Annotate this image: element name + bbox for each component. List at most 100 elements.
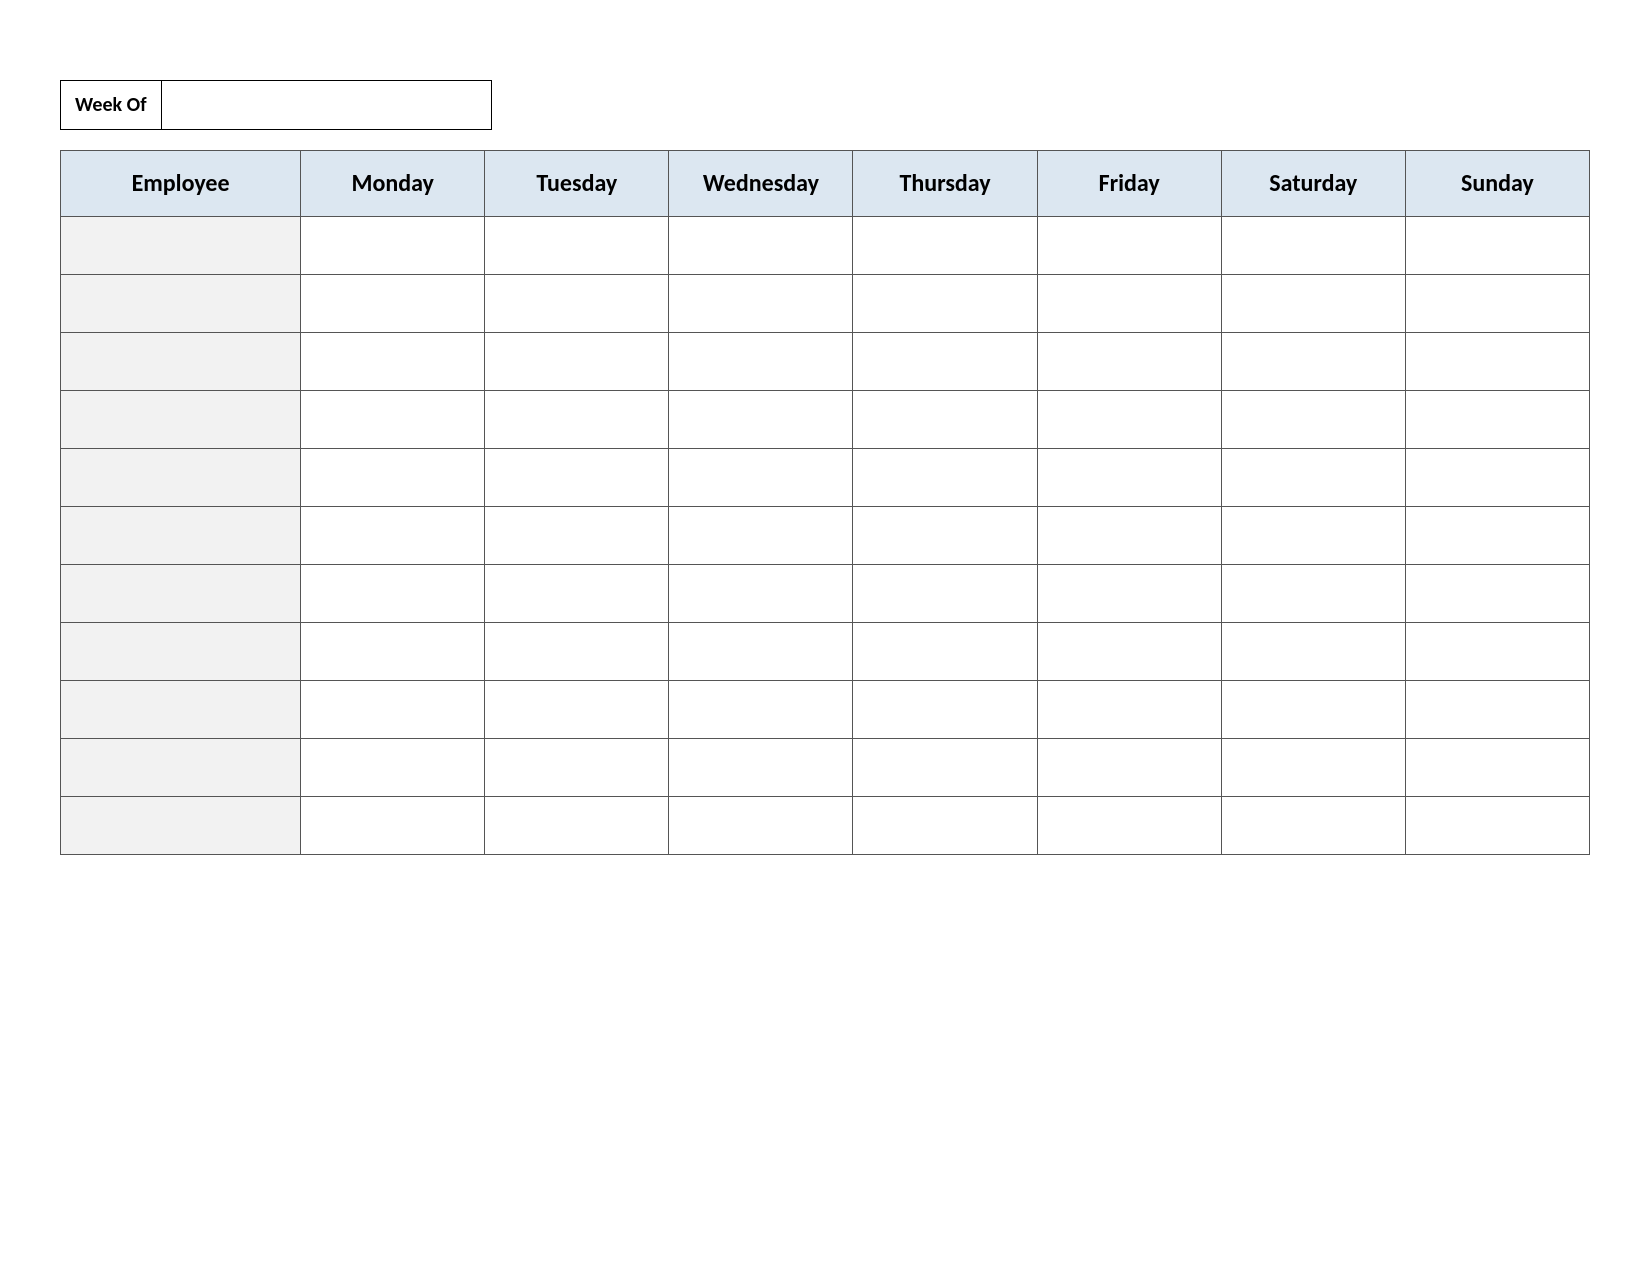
schedule-cell[interactable] [1405,333,1589,391]
schedule-cell[interactable] [1037,507,1221,565]
schedule-cell[interactable] [1405,623,1589,681]
schedule-cell[interactable] [669,565,853,623]
schedule-cell[interactable] [301,391,485,449]
schedule-table: Employee Monday Tuesday Wednesday Thursd… [60,150,1590,855]
schedule-cell[interactable] [669,623,853,681]
employee-header: Employee [61,151,301,217]
table-row [61,333,1590,391]
schedule-cell[interactable] [1221,623,1405,681]
schedule-cell[interactable] [669,333,853,391]
schedule-cell[interactable] [301,275,485,333]
employee-cell[interactable] [61,797,301,855]
employee-cell[interactable] [61,275,301,333]
schedule-cell[interactable] [1037,449,1221,507]
schedule-cell[interactable] [485,623,669,681]
schedule-cell[interactable] [1405,507,1589,565]
employee-cell[interactable] [61,565,301,623]
schedule-cell[interactable] [301,623,485,681]
schedule-cell[interactable] [853,217,1037,275]
schedule-cell[interactable] [669,449,853,507]
schedule-cell[interactable] [1221,333,1405,391]
schedule-cell[interactable] [1405,681,1589,739]
schedule-cell[interactable] [1405,217,1589,275]
schedule-cell[interactable] [853,507,1037,565]
schedule-cell[interactable] [301,217,485,275]
schedule-cell[interactable] [1221,217,1405,275]
schedule-cell[interactable] [853,449,1037,507]
employee-cell[interactable] [61,681,301,739]
employee-cell[interactable] [61,333,301,391]
schedule-cell[interactable] [853,565,1037,623]
schedule-cell[interactable] [301,507,485,565]
employee-cell[interactable] [61,217,301,275]
schedule-cell[interactable] [301,565,485,623]
schedule-cell[interactable] [853,391,1037,449]
schedule-cell[interactable] [669,681,853,739]
week-of-input[interactable] [162,80,492,130]
schedule-cell[interactable] [1405,797,1589,855]
schedule-cell[interactable] [1037,391,1221,449]
schedule-cell[interactable] [1037,681,1221,739]
schedule-cell[interactable] [485,507,669,565]
schedule-cell[interactable] [1221,681,1405,739]
table-row [61,623,1590,681]
schedule-cell[interactable] [669,797,853,855]
schedule-cell[interactable] [669,217,853,275]
employee-cell[interactable] [61,449,301,507]
schedule-cell[interactable] [1405,739,1589,797]
schedule-cell[interactable] [485,333,669,391]
employee-cell[interactable] [61,507,301,565]
schedule-cell[interactable] [853,275,1037,333]
schedule-cell[interactable] [485,217,669,275]
day-header-monday: Monday [301,151,485,217]
schedule-cell[interactable] [853,333,1037,391]
schedule-cell[interactable] [1221,391,1405,449]
schedule-cell[interactable] [669,507,853,565]
schedule-cell[interactable] [1221,565,1405,623]
schedule-cell[interactable] [301,681,485,739]
schedule-cell[interactable] [1037,217,1221,275]
schedule-cell[interactable] [1037,275,1221,333]
schedule-cell[interactable] [1037,623,1221,681]
schedule-cell[interactable] [669,391,853,449]
schedule-cell[interactable] [485,739,669,797]
schedule-cell[interactable] [301,739,485,797]
schedule-cell[interactable] [301,797,485,855]
schedule-cell[interactable] [669,739,853,797]
schedule-cell[interactable] [1221,739,1405,797]
schedule-cell[interactable] [301,449,485,507]
schedule-cell[interactable] [853,623,1037,681]
schedule-cell[interactable] [853,681,1037,739]
schedule-cell[interactable] [1221,275,1405,333]
schedule-cell[interactable] [1221,797,1405,855]
schedule-cell[interactable] [1037,797,1221,855]
schedule-cell[interactable] [1221,507,1405,565]
week-of-label: Week Of [60,80,162,130]
schedule-cell[interactable] [1037,565,1221,623]
schedule-cell[interactable] [1405,391,1589,449]
schedule-cell[interactable] [485,449,669,507]
schedule-cell[interactable] [1037,739,1221,797]
table-row [61,507,1590,565]
schedule-cell[interactable] [1405,565,1589,623]
table-row [61,681,1590,739]
schedule-cell[interactable] [485,565,669,623]
schedule-cell[interactable] [1221,449,1405,507]
schedule-cell[interactable] [1405,275,1589,333]
employee-cell[interactable] [61,739,301,797]
schedule-cell[interactable] [485,391,669,449]
table-body [61,217,1590,855]
schedule-cell[interactable] [853,739,1037,797]
schedule-cell[interactable] [485,797,669,855]
schedule-cell[interactable] [1037,333,1221,391]
employee-cell[interactable] [61,623,301,681]
schedule-cell[interactable] [301,333,485,391]
schedule-cell[interactable] [853,797,1037,855]
schedule-cell[interactable] [485,275,669,333]
schedule-cell[interactable] [485,681,669,739]
schedule-cell[interactable] [669,275,853,333]
schedule-cell[interactable] [1405,449,1589,507]
day-header-saturday: Saturday [1221,151,1405,217]
employee-cell[interactable] [61,391,301,449]
table-row [61,449,1590,507]
